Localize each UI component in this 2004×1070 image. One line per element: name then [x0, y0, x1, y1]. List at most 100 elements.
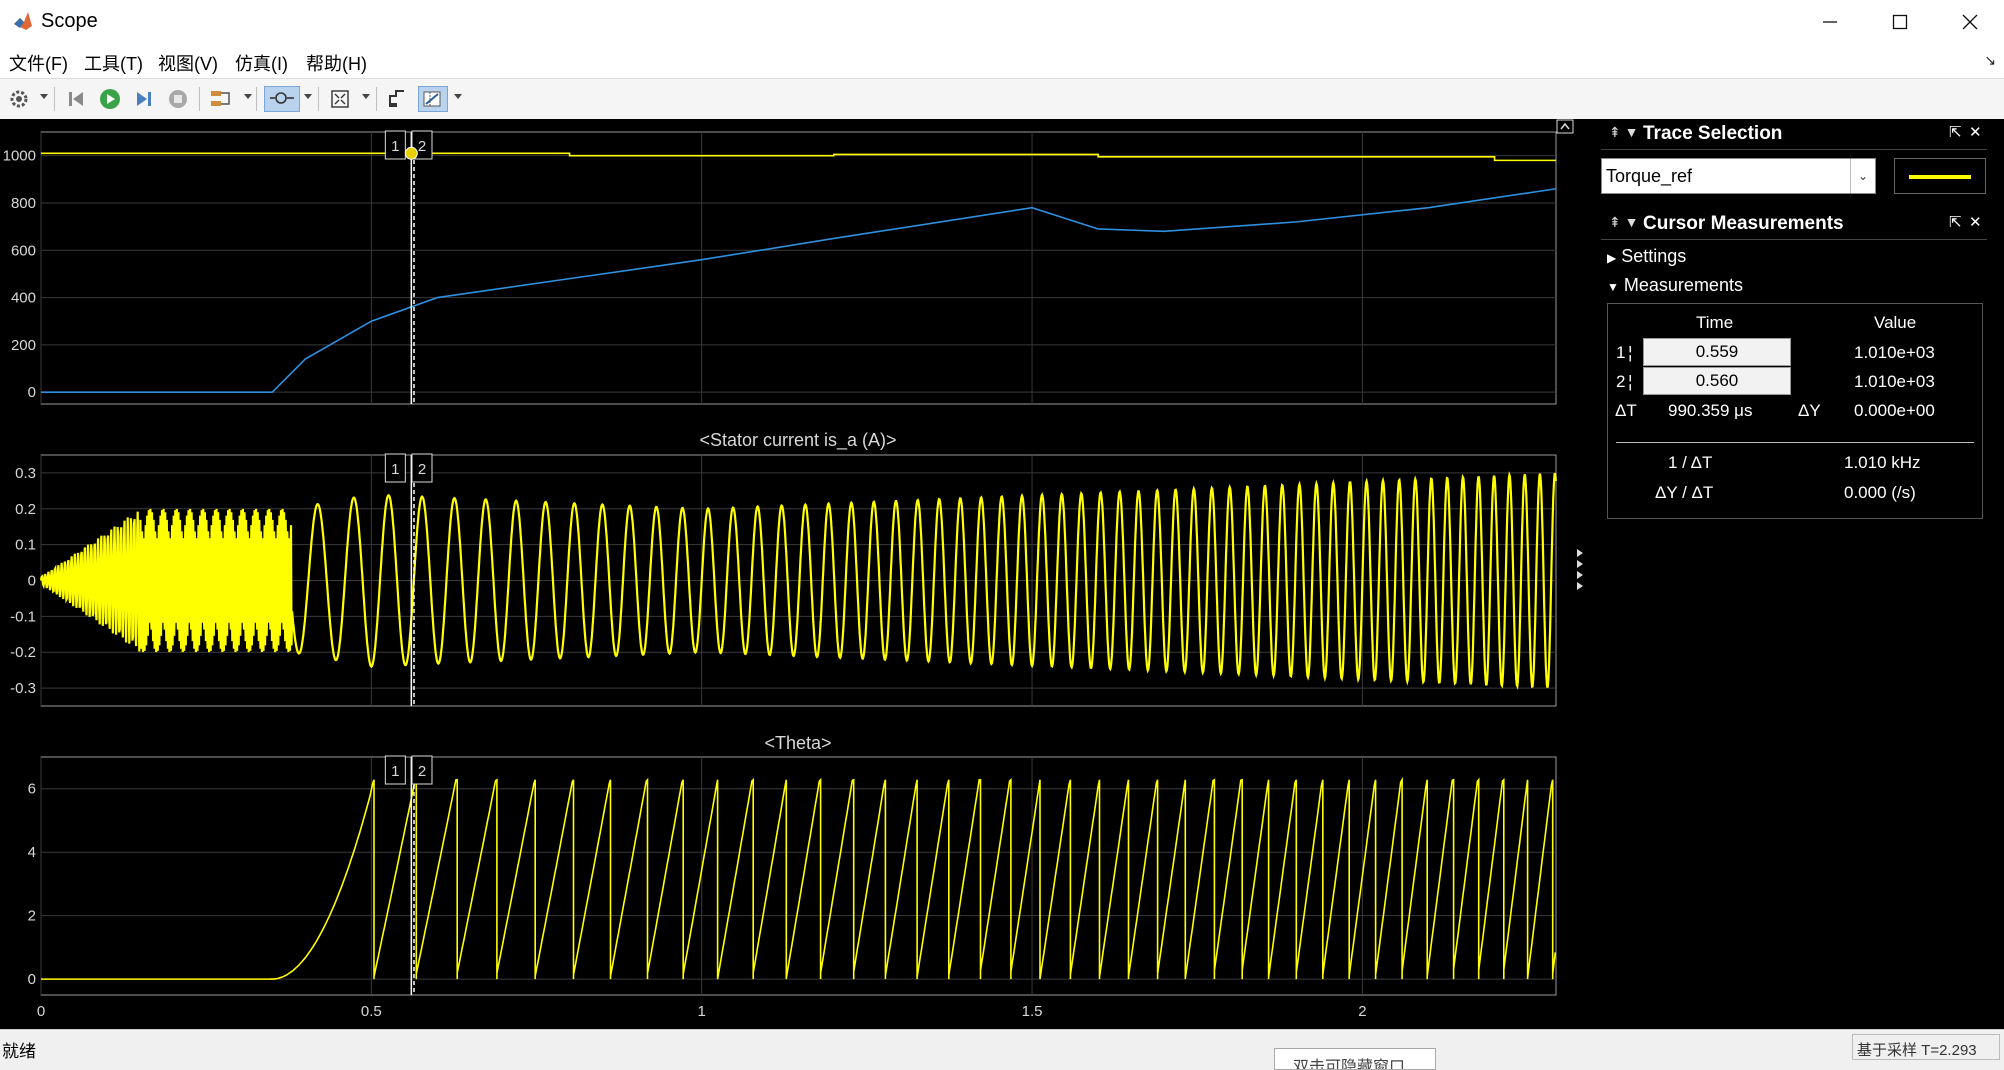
- cursor-measurements-title: Cursor Measurements: [1643, 213, 1844, 234]
- minimize-icon: [1823, 21, 1837, 23]
- measurements-label: Measurements: [1623, 275, 1743, 295]
- tooltip: 双击可隐藏窗口: [1274, 1048, 1436, 1070]
- cursor-measurements-header: ⇞ ▼ Cursor Measurements ⇱ ✕: [1601, 209, 1987, 240]
- step-forward-button[interactable]: [131, 86, 157, 112]
- x-tick-label: 1.5: [1022, 1003, 1043, 1020]
- cursor-tag-label: 1: [391, 763, 399, 780]
- x-tick-label: 2: [1358, 1003, 1366, 1020]
- chevron-down-icon: ▼: [1607, 280, 1619, 294]
- fit-to-view-button[interactable]: [327, 86, 353, 112]
- trace-color-line: [1909, 175, 1971, 179]
- cursor-2-value: 1.010e+03: [1854, 372, 1935, 391]
- plot3-title: <Theta>: [764, 733, 831, 753]
- signal-caret-icon[interactable]: [244, 94, 252, 99]
- title-bar: Scope: [0, 0, 2004, 44]
- y-tick-label: 0: [28, 384, 36, 401]
- slope-value: 0.000 (/s): [1844, 483, 1916, 502]
- window-title: Scope: [41, 10, 98, 32]
- panel-close-icon[interactable]: ✕: [1969, 123, 1982, 141]
- cursor-icon: [423, 91, 441, 107]
- toolbar-separator: [376, 87, 377, 111]
- toolbar-separator: [256, 87, 257, 111]
- axes-1[interactable]: [40, 131, 1557, 405]
- cursor-tag-label: 2: [418, 461, 426, 478]
- measurements-table: Time Value 1 ¦ 0.559 1.010e+03 2 ¦ 0.560…: [1607, 303, 1983, 519]
- toolbar-separator: [54, 87, 55, 111]
- trace-selection: Torque_ref ⌄: [1601, 158, 1987, 196]
- plot-area: 1000 800 600 400 200 0 0.3 0.2 0.1 0 -0.1 -0.2 -0.3…: [0, 119, 1595, 1029]
- signal-icon: [211, 91, 230, 106]
- settings-label: Settings: [1621, 246, 1687, 266]
- signal-selection-button[interactable]: [208, 86, 234, 112]
- trace-dropdown-value: Torque_ref: [1606, 166, 1693, 186]
- chevron-down-icon[interactable]: ⌄: [1850, 159, 1875, 193]
- axes-3[interactable]: [40, 756, 1557, 996]
- y-tick-label: 0.2: [15, 501, 36, 518]
- menu-tools[interactable]: 工具(T): [84, 50, 143, 76]
- panel-close-icon[interactable]: ✕: [1969, 213, 1982, 231]
- menu-file[interactable]: 文件(F): [9, 50, 68, 76]
- plot2-title: <Stator current is_a (A)>: [699, 430, 896, 451]
- status-bar: 就绪 双击可隐藏窗口 基于采样 T=2.293: [0, 1029, 2004, 1070]
- undock-icon[interactable]: ⇱: [1949, 213, 1962, 231]
- y-tick-label: 600: [11, 242, 36, 259]
- inverse-delta-t-value: 1.010 kHz: [1844, 453, 1921, 472]
- maximize-button[interactable]: [1865, 0, 1935, 44]
- cursor-caret-icon[interactable]: [454, 94, 462, 99]
- close-button[interactable]: [1935, 0, 2004, 44]
- y-tick-label: 1000: [3, 148, 36, 165]
- y-tick-label: 0.1: [15, 537, 36, 554]
- expand-arrows-icon[interactable]: [1577, 549, 1583, 590]
- pin-icon[interactable]: ⇞ ▼: [1609, 124, 1638, 141]
- fit-caret-icon[interactable]: [362, 94, 370, 99]
- inverse-delta-t-label: 1 / ΔT: [1668, 453, 1713, 472]
- pin-icon[interactable]: ⇞ ▼: [1609, 214, 1638, 231]
- settings-section[interactable]: ▶ Settings: [1607, 246, 1686, 267]
- fit-icon: [331, 90, 349, 108]
- x-tick-label: 0: [37, 1003, 45, 1020]
- y-tick-labels-plot1: 1000 800 600 400 200 0: [3, 148, 36, 402]
- y-tick-label: 0: [28, 971, 36, 988]
- y-tick-label: -0.1: [10, 608, 36, 625]
- cursor-2-line-icon: ¦: [1628, 372, 1633, 391]
- close-icon: [1962, 14, 1978, 30]
- undock-icon[interactable]: ⇱: [1949, 123, 1962, 141]
- y-tick-labels-plot3: 6 4 2 0: [28, 781, 36, 988]
- cursor-1-time[interactable]: 0.559: [1643, 338, 1791, 366]
- menu-help[interactable]: 帮助(H): [306, 50, 367, 76]
- cursor-tag-label: 1: [391, 138, 399, 155]
- toolbar: [0, 78, 2004, 120]
- y-tick-labels-plot2: 0.3 0.2 0.1 0 -0.1 -0.2 -0.3: [10, 465, 36, 697]
- trace-dropdown[interactable]: Torque_ref ⌄: [1601, 158, 1876, 194]
- undock-arrow-icon[interactable]: ↘: [1984, 52, 1996, 69]
- cursor-1-id: 1: [1616, 343, 1626, 362]
- run-icon: [100, 89, 120, 109]
- trace-color-swatch[interactable]: [1894, 158, 1986, 194]
- step-back-icon: [69, 92, 83, 106]
- cursor-tag-label: 2: [418, 763, 426, 780]
- minimize-button[interactable]: [1795, 0, 1865, 44]
- tooltip-text: 双击可隐藏窗口: [1293, 1059, 1406, 1070]
- cursor-2-time[interactable]: 0.560: [1643, 367, 1791, 395]
- cursor-tag-label: 2: [418, 138, 426, 155]
- measurements-section[interactable]: ▼ Measurements: [1607, 275, 1743, 296]
- zoom-icon: [270, 92, 294, 104]
- x-tick-label: 0.5: [361, 1003, 382, 1020]
- scope-plots[interactable]: 10008006004002000 0.30.20.10-0.1-0.2-0.3…: [0, 119, 1595, 1029]
- zoom-button[interactable]: [264, 86, 300, 112]
- y-tick-label: 200: [11, 337, 36, 354]
- sample-time-text: 基于采样 T=2.293: [1857, 1042, 1977, 1059]
- stop-button[interactable]: [165, 86, 191, 112]
- restore-layout-icon[interactable]: [1556, 119, 1574, 134]
- run-button[interactable]: [97, 86, 123, 112]
- step-back-button[interactable]: [63, 86, 89, 112]
- settings-button[interactable]: [6, 86, 32, 112]
- divider: [1616, 442, 1974, 443]
- y-tick-label: 800: [11, 195, 36, 212]
- menu-view[interactable]: 视图(V): [158, 50, 218, 76]
- style-button[interactable]: [384, 86, 410, 112]
- zoom-caret-icon[interactable]: [304, 94, 312, 99]
- settings-caret-icon[interactable]: [40, 94, 48, 99]
- cursor-measurements-button[interactable]: [418, 86, 448, 112]
- menu-simulation[interactable]: 仿真(I): [235, 50, 288, 76]
